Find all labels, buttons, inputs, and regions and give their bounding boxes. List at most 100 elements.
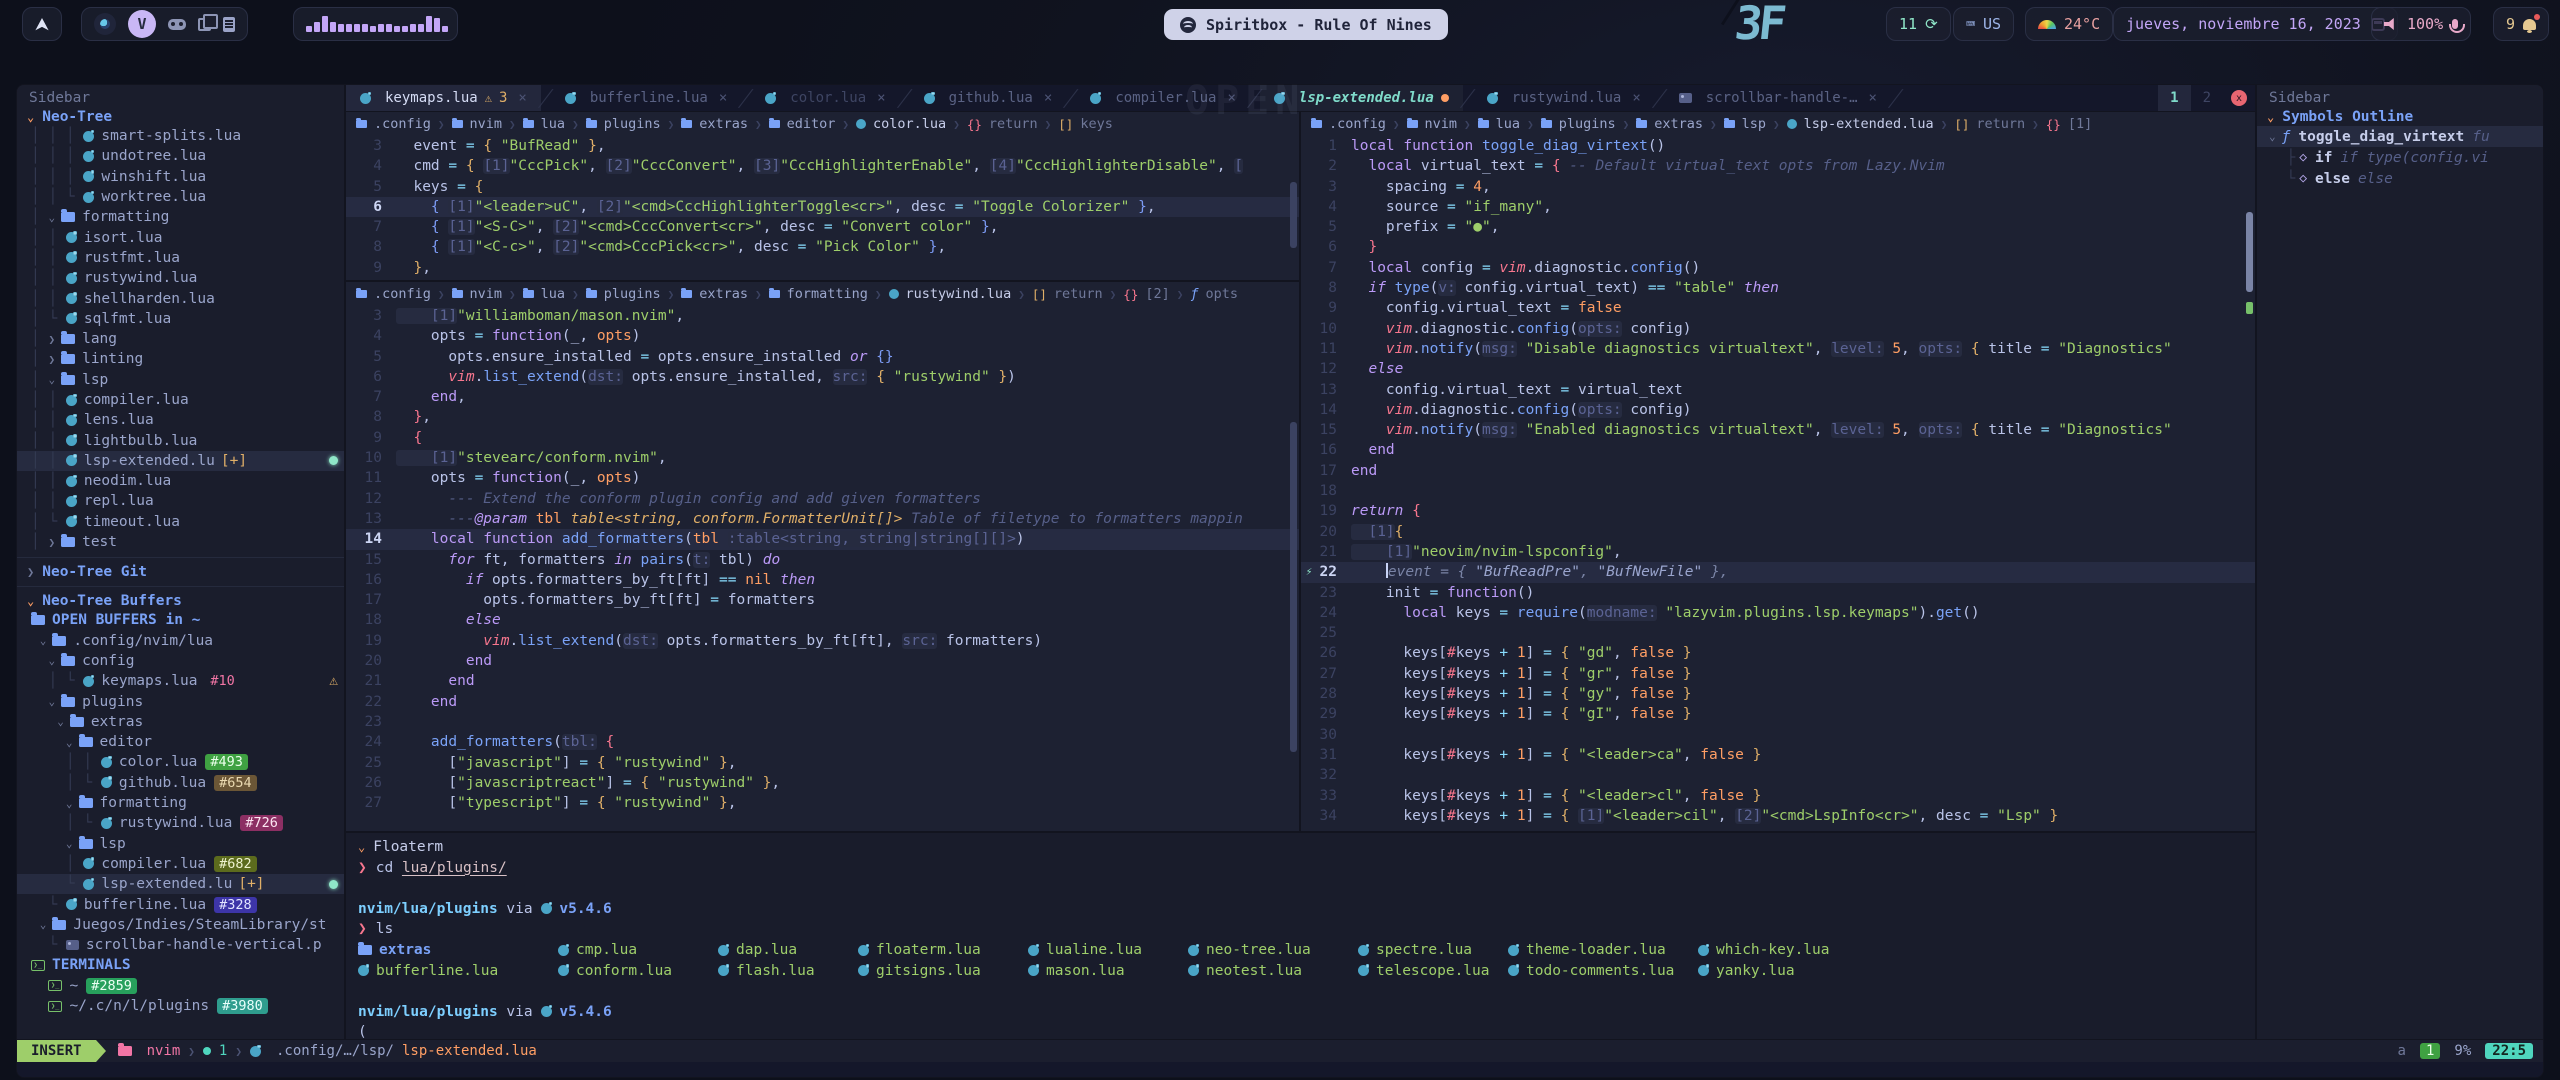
editor-pane-color-lua[interactable]: .config❯nvim❯lua❯plugins❯extras❯editor❯c… <box>346 112 1299 282</box>
code-line[interactable]: 26 ["javascriptreact"] = { "rustywind" }… <box>346 773 1299 793</box>
tab-color-lua[interactable]: color.lua× <box>751 85 899 111</box>
workspace-document-icon[interactable] <box>223 17 235 32</box>
code-line[interactable]: 29 keys[#keys + 1] = { "gI", false } <box>1301 704 2255 724</box>
tree-item[interactable]: │ ❯linting <box>17 349 344 369</box>
code-line[interactable]: 17 opts.formatters_by_ft[ft] = formatter… <box>346 590 1299 610</box>
tree-item[interactable]: │ │ lsp-extended.lu[+] <box>17 451 344 471</box>
symbol-item[interactable]: └◇elseelse <box>2257 168 2543 189</box>
code-line[interactable]: 5 prefix = "●", <box>1301 217 2255 237</box>
keyboard-layout-module[interactable]: ⌨ US <box>1953 7 2014 41</box>
code-line[interactable]: 31 keys[#keys + 1] = { "<leader>ca", fal… <box>1301 745 2255 765</box>
code-line[interactable]: 16 if opts.formatters_by_ft[ft] == nil t… <box>346 570 1299 590</box>
code-line[interactable]: 6 vim.list_extend(dst: opts.ensure_insta… <box>346 367 1299 387</box>
tree-item[interactable]: │ │ isort.lua <box>17 227 344 247</box>
code-line[interactable]: 6 } <box>1301 237 2255 257</box>
code-line[interactable]: 7 end, <box>346 387 1299 407</box>
code-line[interactable]: 19 vim.list_extend(dst: opts.formatters_… <box>346 631 1299 651</box>
tree-item[interactable]: └ bufferline.lua#328 <box>17 894 344 914</box>
code-line[interactable]: 7 local config = vim.diagnostic.config() <box>1301 258 2255 278</box>
code-line[interactable]: 4 cmd = { [1]"CccPick", [2]"CccConvert",… <box>346 156 1299 176</box>
code-line[interactable]: 10 [1]"stevearc/conform.nvim", <box>346 448 1299 468</box>
close-icon[interactable]: × <box>1044 90 1052 106</box>
code-line[interactable]: 8 if type(v: config.virtual_text) == "ta… <box>1301 278 2255 298</box>
code-line[interactable]: ⚡22 event = { "BufReadPre", "BufNewFile"… <box>1301 562 2255 582</box>
code-line[interactable]: 23 <box>346 712 1299 732</box>
close-icon[interactable]: × <box>877 90 885 106</box>
code-line[interactable]: 33 keys[#keys + 1] = { "<leader>cl", fal… <box>1301 786 2255 806</box>
code-line[interactable]: 9 config.virtual_text = false <box>1301 298 2255 318</box>
tree-item[interactable]: │ │ lightbulb.lua <box>17 430 344 450</box>
code-line[interactable]: 18 <box>1301 481 2255 501</box>
code-line[interactable]: 16 end <box>1301 440 2255 460</box>
code-line[interactable]: 6 { [1]"<leader>uC", [2]"<cmd>CccHighlig… <box>346 197 1299 217</box>
code-line[interactable]: 2 local virtual_text = { -- Default virt… <box>1301 156 2255 176</box>
close-icon[interactable]: × <box>1227 90 1235 106</box>
neotree-section-git[interactable]: ❯ Neo-Tree Git <box>17 563 344 581</box>
tab-compiler-lua[interactable]: compiler.lua× <box>1076 85 1250 111</box>
tree-item[interactable]: │ │ │ winshift.lua <box>17 167 344 187</box>
close-all-button[interactable]: x <box>2231 90 2247 106</box>
code-line[interactable]: 26 keys[#keys + 1] = { "gd", false } <box>1301 643 2255 663</box>
close-icon[interactable]: × <box>1632 90 1640 106</box>
code-line[interactable]: 30 <box>1301 725 2255 745</box>
tree-item[interactable]: │ ⌄lsp <box>17 370 344 390</box>
code-line[interactable]: 25 ["javascript"] = { "rustywind" }, <box>346 753 1299 773</box>
tabpage-2[interactable]: 2 <box>2191 85 2223 111</box>
tree-item[interactable]: ❯_TERMINALS <box>17 955 344 975</box>
tree-item[interactable]: │ │ │ smart-splits.lua <box>17 126 344 146</box>
code-line[interactable]: 4 source = "if_many", <box>1301 197 2255 217</box>
launcher-button[interactable] <box>22 7 62 41</box>
scrollbar-handle[interactable] <box>2246 212 2253 292</box>
code-line[interactable]: 12 else <box>1301 359 2255 379</box>
tree-item[interactable]: └ lsp-extended.lu[+] <box>17 874 344 894</box>
updates-module[interactable]: 11 ⟳ <box>1886 7 1951 41</box>
code-line[interactable]: 8 { [1]"<C-c>", [2]"<cmd>CccPick<cr>", d… <box>346 237 1299 257</box>
tree-item[interactable]: ⌄lsp <box>17 834 344 854</box>
tree-item[interactable]: │ ❯test <box>17 532 344 552</box>
code-line[interactable]: 7 { [1]"<S-C>", [2]"<cmd>CccConvert<cr>"… <box>346 217 1299 237</box>
code-line[interactable]: 18 else <box>346 610 1299 630</box>
code-line[interactable]: 3 spacing = 4, <box>1301 177 2255 197</box>
tree-item[interactable]: │ compiler.lua#682 <box>17 854 344 874</box>
code-line[interactable]: 20 [1]{ <box>1301 522 2255 542</box>
notifications-module[interactable]: 9 <box>2493 7 2549 41</box>
tree-item[interactable]: ⌄.config/nvim/lua <box>17 631 344 651</box>
tree-item[interactable]: │ │ rustywind.lua <box>17 268 344 288</box>
code-area[interactable]: 1local function toggle_diag_virtext()2 l… <box>1301 136 2255 826</box>
symbols-outline-header[interactable]: ⌄ Symbols Outline <box>2257 108 2543 126</box>
tree-item[interactable]: │ └ sqlfmt.lua <box>17 309 344 329</box>
tree-item[interactable]: │ │ neodim.lua <box>17 471 344 491</box>
tree-item[interactable]: │ ⌄formatting <box>17 207 344 227</box>
code-line[interactable]: 8 }, <box>346 407 1299 427</box>
close-icon[interactable]: × <box>1869 90 1877 106</box>
code-line[interactable]: 25 <box>1301 623 2255 643</box>
audio-module[interactable]: 100% <box>2371 7 2471 41</box>
code-line[interactable]: 4 opts = function(_, opts) <box>346 326 1299 346</box>
code-line[interactable]: 28 keys[#keys + 1] = { "gy", false } <box>1301 684 2255 704</box>
code-line[interactable]: 11 vim.notify(msg: "Disable diagnostics … <box>1301 339 2255 359</box>
tree-item[interactable]: OPEN BUFFERS in ~ <box>17 610 344 630</box>
workspace-windows-icon[interactable] <box>198 18 211 31</box>
tree-item[interactable]: ⌄editor <box>17 732 344 752</box>
tabpage-1[interactable]: 1 <box>2158 85 2190 111</box>
code-line[interactable]: 21 end <box>346 671 1299 691</box>
close-icon[interactable]: × <box>719 90 727 106</box>
scrollbar-handle[interactable] <box>1290 182 1297 248</box>
scrollbar-handle[interactable] <box>1290 422 1297 752</box>
code-line[interactable]: 23 init = function() <box>1301 583 2255 603</box>
tree-item[interactable]: │ │ │ undotree.lua <box>17 146 344 166</box>
code-line[interactable]: 24 add_formatters(tbl: { <box>346 732 1299 752</box>
code-line[interactable]: 34 keys[#keys + 1] = { [1]"<leader>cil",… <box>1301 806 2255 826</box>
code-line[interactable]: 19return { <box>1301 501 2255 521</box>
code-line[interactable]: 5 keys = { <box>346 177 1299 197</box>
code-line[interactable]: 27 ["typescript"] = { "rustywind" }, <box>346 793 1299 813</box>
code-line[interactable]: 13 ---@param tbl table<string, conform.F… <box>346 509 1299 529</box>
tree-item[interactable]: ⌄extras <box>17 712 344 732</box>
tree-item[interactable]: ⌄Juegos/Indies/SteamLibrary/st <box>17 915 344 935</box>
tree-item[interactable]: │ │ rustfmt.lua <box>17 248 344 268</box>
code-line[interactable]: 1local function toggle_diag_virtext() <box>1301 136 2255 156</box>
code-line[interactable]: 27 keys[#keys + 1] = { "gr", false } <box>1301 664 2255 684</box>
code-line[interactable]: 13 config.virtual_text = virtual_text <box>1301 380 2255 400</box>
tree-item[interactable]: │ ❯lang <box>17 329 344 349</box>
tree-item[interactable]: ❯_~#2859 <box>17 976 344 996</box>
